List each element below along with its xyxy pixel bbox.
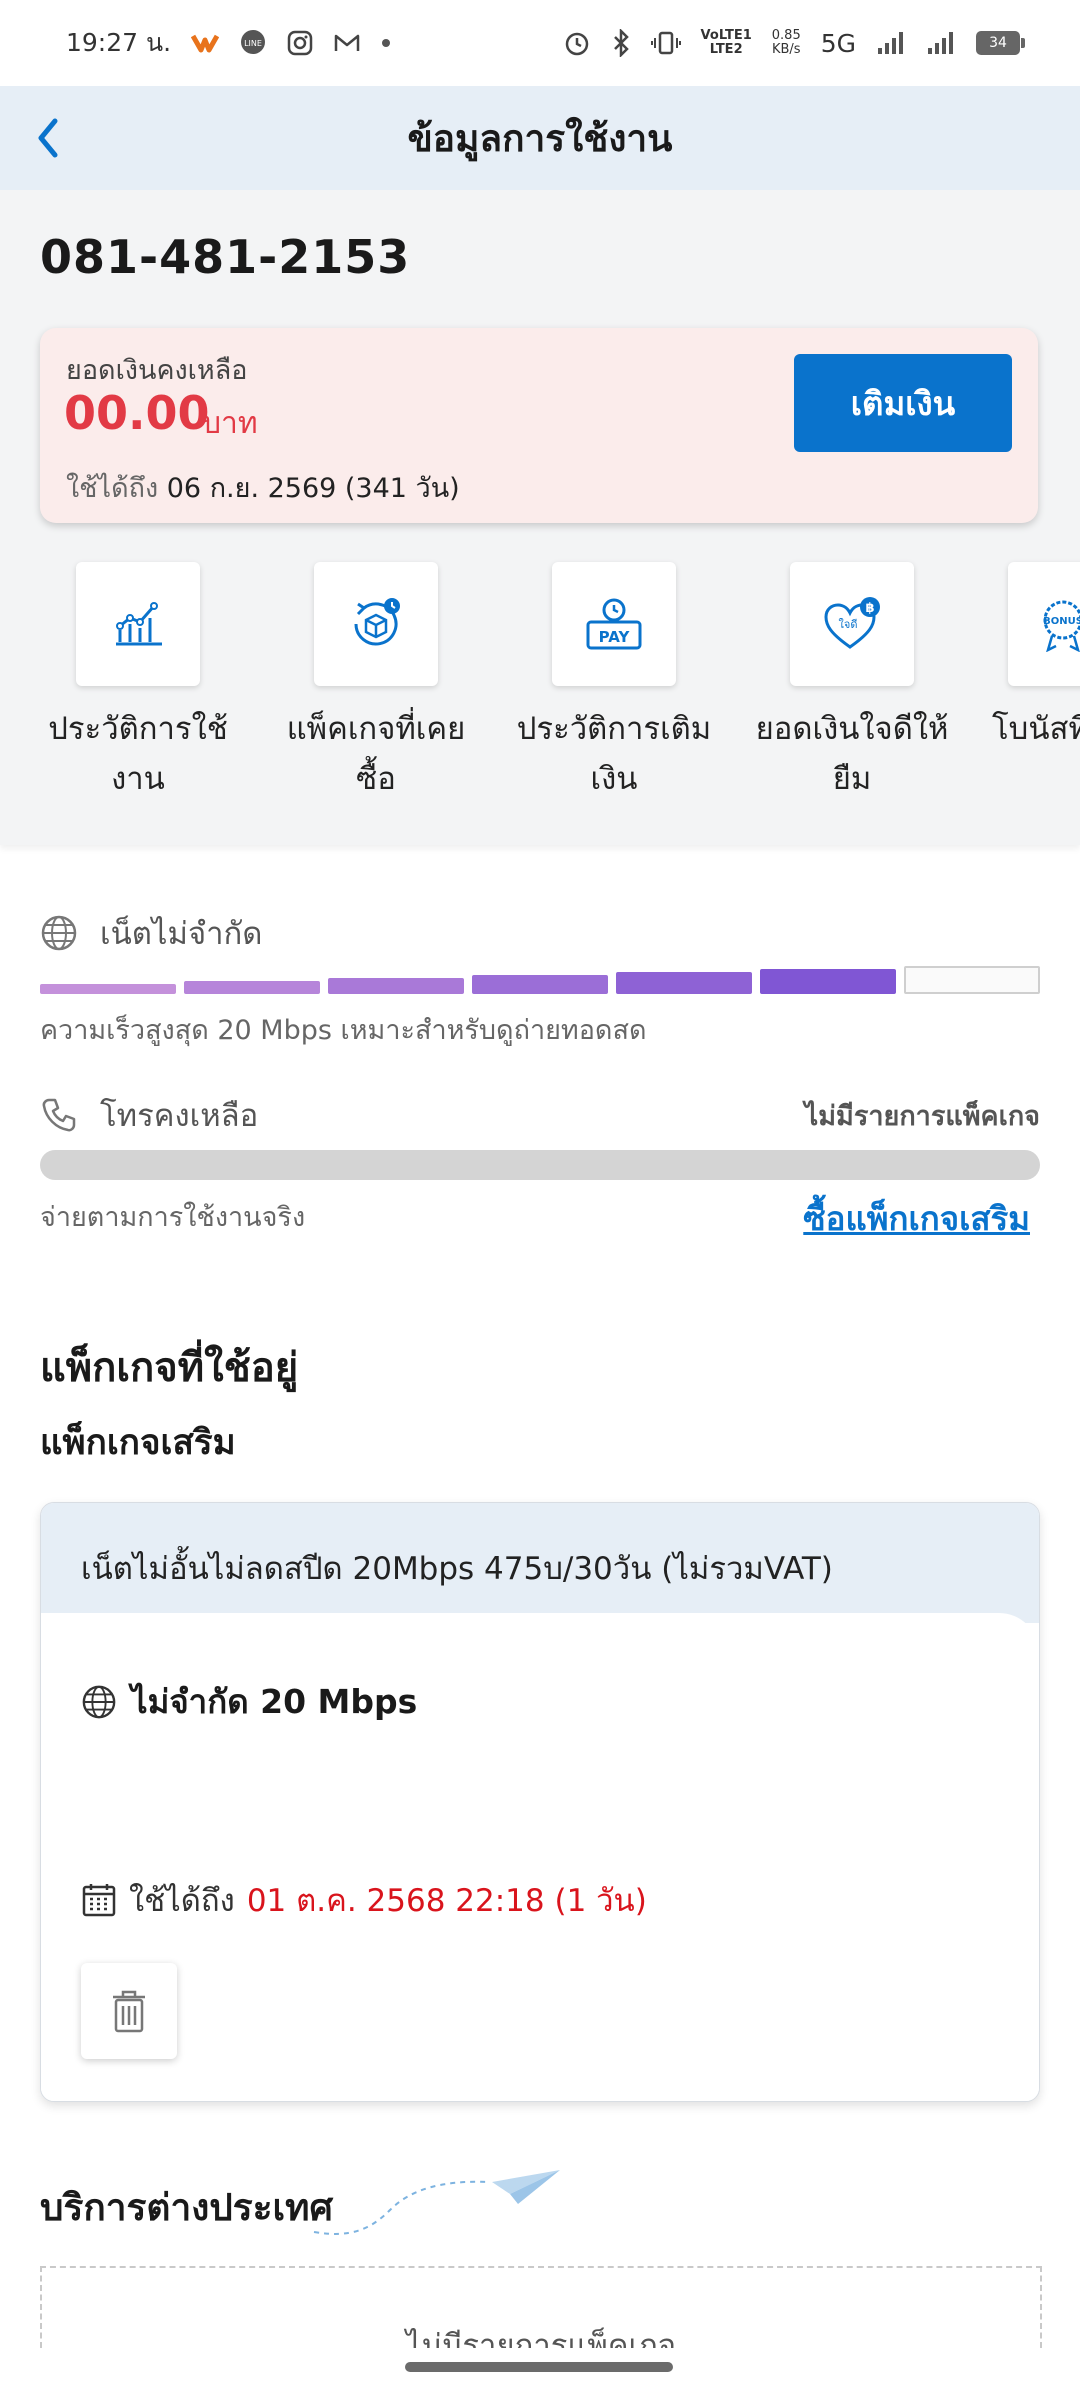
account-summary: 081-481-2153 ยอดเงินคงเหลือ 00.00 บาท ใช… [0, 190, 1080, 845]
package-feature: ไม่จำกัด 20 Mbps [81, 1675, 417, 1728]
calls-status: ไม่มีรายการแพ็คเกจ [804, 1101, 1040, 1132]
line-app-icon: LINE [239, 29, 267, 57]
menu-label: แพ็คเกจที่เคย [286, 711, 466, 747]
package-name: เน็ตไม่อั้นไม่ลดสปีด 20Mbps 475บ/30วัน (… [81, 1551, 833, 1587]
balance-card: ยอดเงินคงเหลือ 00.00 บาท ใช้ได้ถึง 06 ก.… [40, 328, 1038, 523]
balance-valid-date: 06 ก.ย. 2569 (341 วัน) [166, 473, 460, 504]
active-packages-title: แพ็กเกจที่ใช้อยู่ [40, 1345, 299, 1391]
calls-progress-bar [40, 1150, 1040, 1180]
international-empty-box: ไม่มีรายการแพ็คเกจ [40, 2266, 1042, 2348]
pay-text: PAY [599, 628, 631, 646]
heart-text: ใจดี [839, 618, 858, 631]
package-card: เน็ตไม่อั้นไม่ลดสปีด 20Mbps 475บ/30วัน (… [40, 1502, 1040, 2102]
topup-history-pay-icon: PAY [586, 598, 642, 650]
delete-package-button[interactable] [81, 1963, 177, 2059]
menu-label: เงิน [590, 761, 638, 797]
loan-heart-icon: ใจดี ฿ [824, 597, 880, 649]
menu-bonus[interactable]: BONUS โบนัสที่ [964, 562, 1080, 754]
signal-icon-1 [876, 30, 906, 56]
package-valid-prefix: ใช้ได้ถึง [129, 1883, 235, 1919]
internet-progress-segment [904, 966, 1040, 994]
gmail-icon [333, 32, 361, 54]
network-type: 5G [820, 28, 856, 58]
menu-label: ยืม [832, 761, 872, 797]
alarm-icon [563, 29, 591, 57]
balance-valid-prefix: ใช้ได้ถึง [66, 473, 159, 504]
bonus-badge-icon: BONUS [1043, 600, 1080, 652]
page-title: ข้อมูลการใช้งาน [407, 116, 673, 160]
internet-row: เน็ตไม่จำกัด [40, 908, 262, 958]
menu-label: ประวัติการเติม [516, 711, 712, 747]
topup-button[interactable]: เติมเงิน [794, 354, 1012, 452]
volte-indicator: VoLTE1 LTE2 [700, 28, 752, 57]
speed-note: ความเร็วสูงสุด 20 Mbps เหมาะสำหรับดูถ่าย… [40, 1015, 647, 1046]
internet-progress-segment [760, 969, 896, 994]
menu-label: โบนัสที่ [992, 711, 1080, 747]
package-feature-text: ไม่จำกัด 20 Mbps [131, 1682, 418, 1721]
internet-progress-segment [472, 975, 608, 994]
vibrate-icon [650, 30, 681, 56]
signal-icon-2 [926, 30, 956, 56]
net-speed-indicator: 0.85 KB/s [771, 28, 801, 57]
menu-package-history[interactable]: แพ็คเกจที่เคยซื้อ [266, 562, 486, 804]
menu-loan-balance[interactable]: ใจดี ฿ ยอดเงินใจดีให้ยืม [742, 562, 962, 804]
internet-progress-bar [40, 964, 1040, 994]
status-time: 19:27 น. [66, 28, 172, 57]
international-empty-text: ไม่มีรายการแพ็คเกจ [405, 2328, 677, 2348]
paper-plane-icon [313, 2170, 560, 2235]
status-bar: 19:27 น. LINE VoLTE1 LTE2 0.85 KB/s 5G 3… [0, 0, 1080, 86]
bonus-text: BONUS [1043, 616, 1080, 627]
app-header: ข้อมูลการใช้งาน [0, 86, 1080, 191]
calls-label: โทรคงเหลือ [100, 1098, 259, 1134]
balance-label: ยอดเงินคงเหลือ [66, 355, 248, 386]
battery-icon: 34 [976, 31, 1025, 55]
notification-dot-icon [381, 38, 391, 48]
svg-text:LINE: LINE [244, 39, 262, 48]
globe-icon [41, 915, 77, 951]
balance-validity: ใช้ได้ถึง 06 ก.ย. 2569 (341 วัน) [66, 466, 460, 509]
usage-history-chart-icon [116, 602, 162, 646]
instagram-icon [287, 30, 313, 56]
phone-icon [42, 1098, 76, 1132]
menu-label: ประวัติการใช้ [48, 711, 228, 747]
package-valid-date: 01 ต.ค. 2568 22:18 (1 วัน) [246, 1883, 647, 1919]
menu-label: ซื้อ [356, 761, 396, 797]
package-history-box-icon [354, 598, 400, 646]
menu-usage-history[interactable]: ประวัติการใช้งาน [28, 562, 248, 804]
internet-progress-segment [40, 984, 176, 994]
internet-progress-segment [184, 981, 320, 994]
calendar-icon [82, 1884, 116, 1917]
package-validity: ใช้ได้ถึง 01 ต.ค. 2568 22:18 (1 วัน) [81, 1875, 647, 1925]
trash-icon [113, 1990, 145, 2033]
buy-addon-link[interactable]: ซื้อแพ็กเกจเสริม [803, 1192, 1030, 1245]
gesture-nav-handle[interactable] [405, 2362, 673, 2372]
phone-number: 081-481-2153 [40, 230, 411, 284]
calls-row: โทรคงเหลือ [40, 1090, 258, 1140]
package-card-header: เน็ตไม่อั้นไม่ลดสปีด 20Mbps 475บ/30วัน (… [41, 1503, 1039, 1623]
menu-topup-history[interactable]: PAY ประวัติการเติมเงิน [504, 562, 724, 804]
addon-packages-subtitle: แพ็กเกจเสริม [40, 1423, 236, 1463]
menu-label: ยอดเงินใจดีให้ [755, 711, 949, 747]
globe-icon [82, 1685, 116, 1718]
bluetooth-icon [611, 29, 631, 57]
internet-label: เน็ตไม่จำกัด [100, 916, 263, 952]
svg-text:฿: ฿ [865, 601, 874, 616]
balance-amount: 00.00 [64, 386, 210, 440]
internet-progress-segment [616, 972, 752, 994]
pay-note: จ่ายตามการใช้งานจริง [40, 1202, 306, 1233]
quick-menu: ประวัติการใช้ งาน แพ็คเกจที่เคย ซื้อ PAY… [0, 562, 1080, 842]
balance-unit: บาท [202, 406, 258, 441]
international-services-title: บริการต่างประเทศ [40, 2186, 334, 2229]
menu-label: งาน [111, 761, 165, 797]
internet-progress-segment [328, 978, 464, 994]
wallet-app-icon [191, 32, 220, 54]
